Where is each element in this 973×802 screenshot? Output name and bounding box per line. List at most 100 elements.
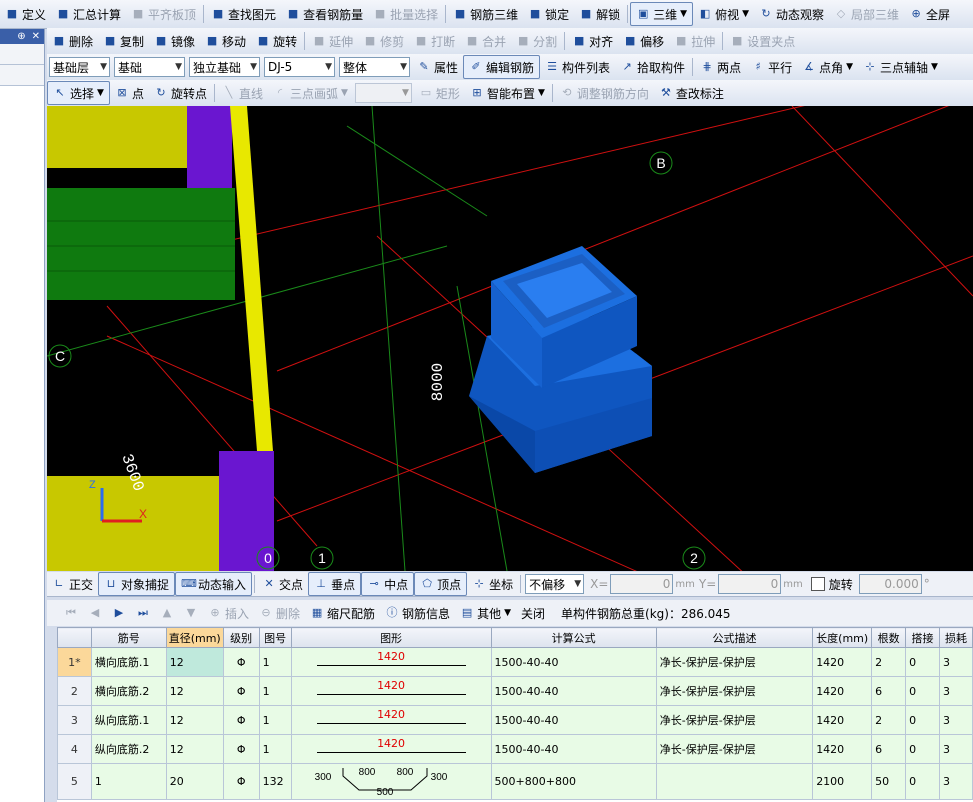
cell-dia[interactable]: 20	[165, 763, 224, 800]
parallel-button[interactable]: ♯ 平行	[746, 56, 797, 78]
cell-name[interactable]: 纵向底筋.2	[90, 734, 167, 764]
toolbar2-button-5[interactable]: ■ 延伸	[307, 30, 358, 52]
first-record-button[interactable]: ⏮	[59, 602, 83, 624]
cell-loss[interactable]: 3	[939, 705, 973, 735]
cell-desc[interactable]	[655, 763, 814, 800]
cell-formula[interactable]: 1500-40-40	[490, 676, 657, 706]
cell-name[interactable]: 纵向底筋.1	[90, 705, 167, 735]
next-record-button[interactable]: ▶	[107, 602, 131, 624]
rotate-checkbox[interactable]	[810, 577, 825, 591]
check-annotation-button[interactable]: ⚒ 查改标注	[654, 82, 729, 104]
toolbar1-button-7[interactable]: ■ 锁定	[523, 3, 574, 25]
pin-icon[interactable]: ⊕	[17, 31, 25, 42]
toolbar1-button-6[interactable]: ■ 钢筋三维	[448, 3, 523, 25]
cell-formula[interactable]: 500+800+800	[490, 763, 657, 800]
header-grade[interactable]: 级别	[222, 627, 260, 648]
category-select[interactable]: 基础 ▼	[114, 57, 185, 77]
rotate-input[interactable]: 0.000	[858, 574, 922, 594]
cell-shape[interactable]: 1420	[290, 647, 492, 677]
cell-grade[interactable]: Φ	[222, 647, 260, 677]
cell-name[interactable]: 横向底筋.1	[90, 647, 167, 677]
local-3d-button[interactable]: ◇ 局部三维	[829, 3, 904, 25]
cell-loss[interactable]: 3	[939, 734, 973, 764]
header-fig[interactable]: 图号	[258, 627, 292, 648]
cell-shape[interactable]: 1420	[290, 705, 492, 735]
rebar-info-button[interactable]: ⓘ 钢筋信息	[380, 602, 455, 624]
close-icon[interactable]: ✕	[32, 31, 40, 42]
cell-dia[interactable]: 12	[165, 705, 224, 735]
cell-grade[interactable]: Φ	[222, 705, 260, 735]
move-up-button[interactable]: ▲	[155, 602, 179, 624]
smart-layout-button[interactable]: ⊞ 智能布置 ▼	[465, 82, 550, 104]
select-button[interactable]: ↖ 选择 ▼	[47, 81, 110, 105]
object-snap-button[interactable]: ⊔ 对象捕捉	[98, 572, 176, 596]
toolbar2-button-3[interactable]: ■ 移动	[200, 30, 251, 52]
toolbar2-button-6[interactable]: ■ 修剪	[358, 30, 409, 52]
view-3d-button[interactable]: ▣ 三维 ▼	[630, 2, 694, 26]
header-loss[interactable]: 损耗	[939, 627, 973, 648]
move-down-button[interactable]: ▼	[179, 602, 203, 624]
toolbar1-button-4[interactable]: ■ 查看钢筋量	[281, 3, 368, 25]
table-row[interactable]: 4 纵向底筋.2 12 Φ 1 1420 1500-40-40 净长-保护层-保护层 1420 6…	[57, 734, 973, 764]
foundation-component[interactable]	[469, 246, 652, 473]
toolbar2-button-7[interactable]: ■ 打断	[409, 30, 460, 52]
cell-loss[interactable]: 3	[939, 647, 973, 677]
cell-lap[interactable]: 0	[905, 734, 940, 764]
toolbar1-button-0[interactable]: ■ 定义	[0, 3, 51, 25]
prev-record-button[interactable]: ◀	[83, 602, 107, 624]
cell-count[interactable]: 50	[871, 763, 907, 800]
delete-row-button[interactable]: ⊖ 删除	[254, 602, 305, 624]
cell-loss[interactable]: 3	[939, 763, 973, 800]
point-button[interactable]: ⊠ 点	[110, 82, 149, 104]
type-select[interactable]: 独立基础 ▼	[189, 57, 260, 77]
component-select[interactable]: DJ-5 ▼	[264, 57, 335, 77]
pick-component-button[interactable]: ↗ 拾取构件	[615, 56, 690, 78]
cell-length[interactable]: 1420	[812, 647, 873, 677]
fullscreen-button[interactable]: ⊕ 全屏	[904, 3, 955, 25]
toolbar2-button-2[interactable]: ■ 镜像	[149, 30, 200, 52]
toolbar1-button-8[interactable]: ■ 解锁	[574, 3, 625, 25]
cell-lap[interactable]: 0	[905, 647, 940, 677]
dynamic-input-button[interactable]: ⌨ 动态输入	[175, 572, 253, 596]
cell-desc[interactable]: 净长-保护层-保护层	[655, 676, 814, 706]
header-formula[interactable]: 计算公式	[490, 627, 657, 648]
cell-lap[interactable]: 0	[905, 763, 940, 800]
toolbar2-button-11[interactable]: ■ 偏移	[618, 30, 669, 52]
vertex-button[interactable]: ⬠ 顶点	[414, 572, 468, 596]
rect-button[interactable]: ▭ 矩形	[414, 82, 465, 104]
table-row[interactable]: 3 纵向底筋.1 12 Φ 1 1420 1500-40-40 净长-保护层-保护层 1420 2…	[57, 705, 973, 735]
arc-button[interactable]: ◜ 三点画弧 ▼	[268, 82, 353, 104]
toolbar2-button-12[interactable]: ■ 拉伸	[669, 30, 720, 52]
cell-name[interactable]: 1	[90, 763, 167, 800]
properties-button[interactable]: ✎ 属性	[412, 56, 463, 78]
offset-mode-select[interactable]: 不偏移 ▼	[525, 574, 585, 594]
toolbar2-button-8[interactable]: ■ 合并	[460, 30, 511, 52]
cell-count[interactable]: 6	[871, 676, 907, 706]
rotate-point-button[interactable]: ↻ 旋转点	[149, 82, 212, 104]
point-angle-button[interactable]: ∡ 点角 ▼	[797, 56, 858, 78]
cell-grade[interactable]: Φ	[222, 676, 260, 706]
perpendicular-button[interactable]: ⊥ 垂点	[308, 572, 362, 596]
cell-formula[interactable]: 1500-40-40	[490, 647, 657, 677]
toolbar1-button-5[interactable]: ■ 批量选择	[368, 3, 443, 25]
cell-dia[interactable]: 12	[165, 734, 224, 764]
cell-name[interactable]: 横向底筋.2	[90, 676, 167, 706]
scale-rebar-button[interactable]: ▦ 缩尺配筋	[305, 602, 380, 624]
cell-desc[interactable]: 净长-保护层-保护层	[655, 705, 814, 735]
cell-fig[interactable]: 132	[258, 763, 292, 800]
cell-desc[interactable]: 净长-保护层-保护层	[655, 734, 814, 764]
cell-length[interactable]: 1420	[812, 734, 873, 764]
cell-lap[interactable]: 0	[905, 705, 940, 735]
toolbar1-button-2[interactable]: ■ 平齐板顶	[126, 3, 201, 25]
floor-select[interactable]: 基础层 ▼	[49, 57, 110, 77]
cell-fig[interactable]: 1	[258, 734, 292, 764]
adjust-rebar-dir-button[interactable]: ⟲ 调整钢筋方向	[555, 82, 654, 104]
cell-desc[interactable]: 净长-保护层-保护层	[655, 647, 814, 677]
toolbar2-button-0[interactable]: ■ 删除	[47, 30, 98, 52]
header-lap[interactable]: 搭接	[905, 627, 940, 648]
cell-length[interactable]: 2100	[812, 763, 873, 800]
dynamic-view-button[interactable]: ↻ 动态观察	[754, 3, 829, 25]
cell-fig[interactable]: 1	[258, 705, 292, 735]
table-row[interactable]: 1* 横向底筋.1 12 Φ 1 1420 1500-40-40 净长-保护层-保护层 1420…	[57, 647, 973, 677]
insert-button[interactable]: ⊕ 插入	[203, 602, 254, 624]
